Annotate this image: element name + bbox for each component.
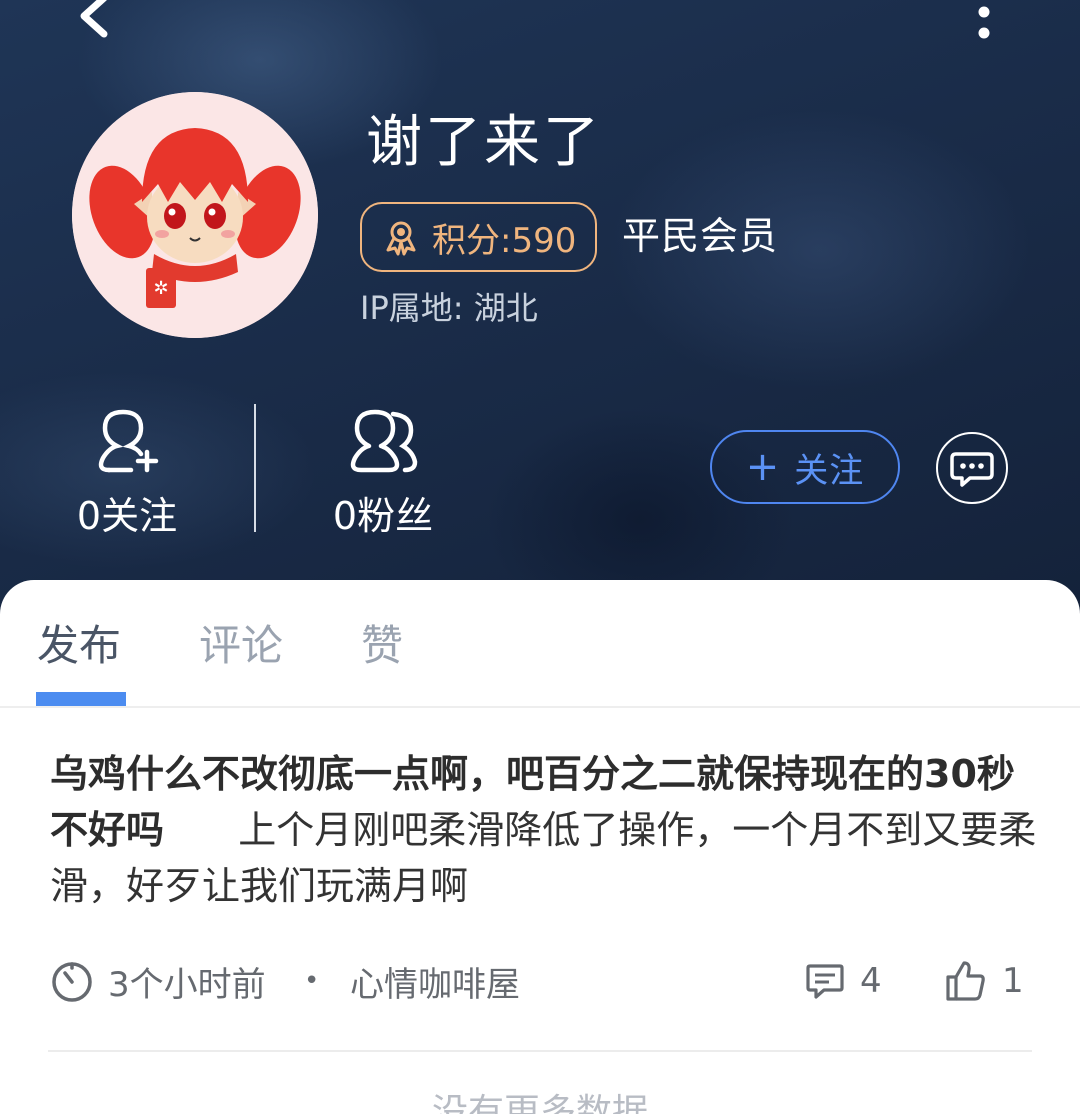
no-more-data: 没有更多数据 xyxy=(431,1092,648,1114)
post-time-text: 3个小时前 xyxy=(108,964,266,1005)
tab-comments[interactable]: 评论 xyxy=(199,618,283,674)
chat-bubble-icon xyxy=(950,452,994,487)
user-plus-icon xyxy=(98,409,159,473)
points-badge[interactable]: 积分:590 xyxy=(360,202,597,272)
tab-bar: 发布 评论 赞 xyxy=(0,580,1080,708)
avatar-illustration: ✲ xyxy=(72,92,318,338)
plus-icon: + xyxy=(745,444,781,490)
more-vertical-icon xyxy=(978,6,990,39)
thumbs-up-icon xyxy=(946,961,985,1001)
comment-count-value: 4 xyxy=(860,961,882,1001)
tab-publish[interactable]: 发布 xyxy=(37,618,121,674)
message-button[interactable] xyxy=(936,432,1008,504)
member-level: 平民会员 xyxy=(622,214,779,258)
fans-stat[interactable]: 0粉丝 xyxy=(313,404,453,540)
content-panel: 发布 评论 赞 乌鸡什么不改彻底一点啊，吧百分之二就保持现在的30秒不好吗 上个… xyxy=(0,580,1080,1114)
post-content: 乌鸡什么不改彻底一点啊，吧百分之二就保持现在的30秒不好吗 上个月刚吧柔滑降低了… xyxy=(50,746,1040,914)
stat-divider xyxy=(254,404,256,532)
more-button[interactable] xyxy=(964,0,1004,48)
comment-icon xyxy=(806,964,844,999)
follow-button[interactable]: + 关注 xyxy=(710,430,900,504)
medal-icon xyxy=(386,221,416,256)
username: 谢了来了 xyxy=(366,110,602,175)
post-time: 3个小时前 xyxy=(50,952,266,1010)
tab-likes[interactable]: 赞 xyxy=(361,618,403,674)
users-icon xyxy=(350,409,418,473)
back-button[interactable] xyxy=(70,0,120,44)
post-divider xyxy=(48,1050,1032,1052)
comment-count[interactable]: 4 xyxy=(804,952,882,1010)
following-stat[interactable]: 0关注 xyxy=(57,404,197,540)
points-label: 积分:590 xyxy=(432,220,577,261)
svg-text:✲: ✲ xyxy=(153,278,168,299)
chevron-left-icon xyxy=(80,0,108,38)
follow-label: 关注 xyxy=(794,450,865,491)
fans-count: 0粉丝 xyxy=(332,494,434,538)
avatar[interactable]: ✲ xyxy=(72,92,318,338)
post-text: 上个月刚吧柔滑降低了操作，一个月不到又要柔滑，好歹让我们玩满月啊 xyxy=(50,808,1037,908)
post-category[interactable]: 心情咖啡屋 xyxy=(350,952,520,1010)
like-count[interactable]: 1 xyxy=(944,952,1024,1010)
like-count-value: 1 xyxy=(1002,961,1024,1001)
clock-icon xyxy=(52,962,92,1002)
meta-separator: • xyxy=(304,966,320,996)
profile-header: ✲ 谢了来了 积分:590 平民会员 IP属地: 湖北 0关注 0粉丝 + 关注 xyxy=(0,0,1080,620)
following-count: 0关注 xyxy=(76,494,178,538)
ip-location: IP属地: 湖北 xyxy=(360,289,538,327)
active-tab-indicator xyxy=(36,692,126,706)
post-item[interactable]: 乌鸡什么不改彻底一点啊，吧百分之二就保持现在的30秒不好吗 上个月刚吧柔滑降低了… xyxy=(0,708,1080,1048)
post-meta: 3个小时前 • 心情咖啡屋 4 1 xyxy=(50,952,1032,1010)
